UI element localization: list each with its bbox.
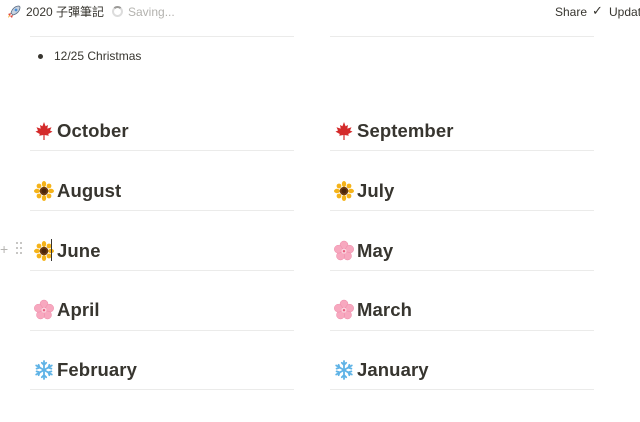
drag-handle-icon[interactable]	[16, 242, 24, 256]
cherry-blossom-icon[interactable]	[333, 299, 355, 321]
divider	[330, 36, 594, 37]
divider	[30, 389, 294, 390]
heading-april[interactable]: April	[33, 297, 100, 323]
check-icon[interactable]: ✓	[592, 3, 606, 19]
heading-label[interactable]: May	[357, 238, 393, 264]
heading-may[interactable]: May	[333, 238, 393, 264]
heading-label[interactable]: August	[57, 178, 121, 204]
heading-label[interactable]: February	[57, 357, 137, 383]
heading-february[interactable]: February	[33, 357, 137, 383]
divider	[30, 270, 294, 271]
saving-status: Saving...	[128, 5, 175, 19]
divider	[330, 270, 594, 271]
snowflake-icon[interactable]	[33, 359, 55, 381]
list-item-text[interactable]: 12/25 Christmas	[54, 48, 141, 64]
heading-label[interactable]: July	[357, 178, 394, 204]
maple-leaf-icon[interactable]	[33, 120, 55, 142]
update-button[interactable]: Updat	[609, 4, 640, 20]
cherry-blossom-icon[interactable]	[333, 240, 355, 262]
heading-march[interactable]: March	[333, 297, 412, 323]
rocket-icon[interactable]	[6, 4, 22, 20]
cherry-blossom-icon[interactable]	[33, 299, 55, 321]
sunflower-icon[interactable]	[333, 180, 355, 202]
heading-label[interactable]: March	[357, 297, 412, 323]
sunflower-icon[interactable]	[33, 180, 55, 202]
divider	[330, 210, 594, 211]
divider	[30, 150, 294, 151]
divider	[330, 389, 594, 390]
top-bar: 2020 子彈筆記 Saving... Share ✓ Updat	[0, 0, 640, 24]
text-cursor	[51, 239, 52, 261]
divider	[30, 330, 294, 331]
heading-label[interactable]: October	[57, 118, 129, 144]
snowflake-icon[interactable]	[333, 359, 355, 381]
heading-july[interactable]: July	[333, 178, 394, 204]
share-button[interactable]: Share	[555, 4, 587, 20]
heading-june[interactable]: June	[33, 238, 101, 264]
bullet-icon	[38, 53, 43, 59]
heading-label[interactable]: January	[357, 357, 429, 383]
list-item[interactable]: 12/25 Christmas	[38, 48, 141, 64]
heading-august[interactable]: August	[33, 178, 121, 204]
heading-october[interactable]: October	[33, 118, 129, 144]
page-title[interactable]: 2020 子彈筆記	[26, 4, 104, 20]
add-block-icon[interactable]: +	[0, 240, 8, 258]
heading-january[interactable]: January	[333, 357, 429, 383]
divider	[30, 36, 294, 37]
divider	[330, 330, 594, 331]
heading-september[interactable]: September	[333, 118, 454, 144]
heading-label[interactable]: September	[357, 118, 454, 144]
maple-leaf-icon[interactable]	[333, 120, 355, 142]
loading-spinner-icon	[112, 6, 123, 17]
heading-label[interactable]: June	[57, 238, 101, 264]
heading-label[interactable]: April	[57, 297, 100, 323]
divider	[330, 150, 594, 151]
divider	[30, 210, 294, 211]
